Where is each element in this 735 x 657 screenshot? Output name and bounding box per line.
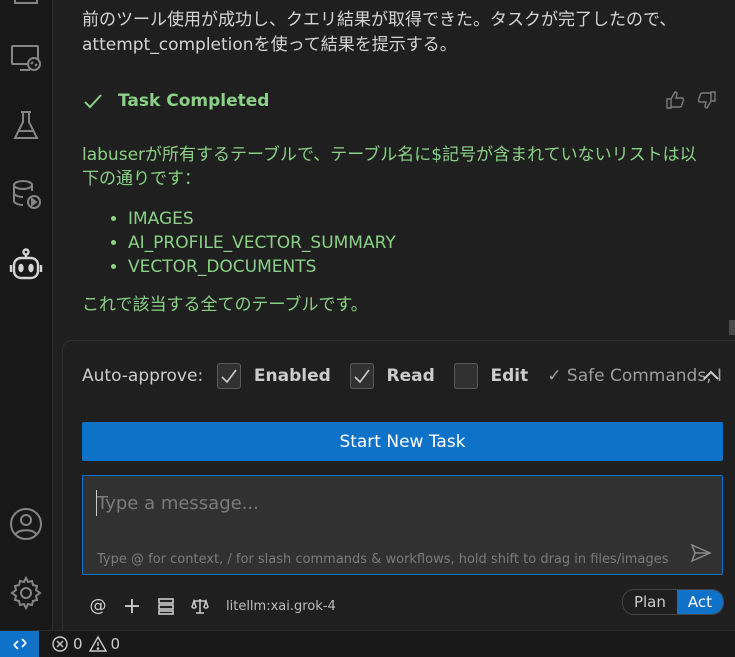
input-hint: Type @ for context, / for slash commands… (97, 552, 669, 567)
error-count: 0 (73, 635, 83, 653)
rules-scale-icon[interactable] (190, 596, 210, 616)
auto-approve-label: Auto-approve: (82, 366, 204, 386)
result-intro: labuserが所有するテーブルで、テーブル名に$記号が含まれていないリストは以… (82, 145, 697, 189)
act-mode-button[interactable]: Act (676, 590, 723, 614)
list-item: AI_PROFILE_VECTOR_SUMMARY (128, 231, 712, 255)
auto-approve-bar[interactable]: Auto-approve: Enabled Read Edit ✓ Safe C… (82, 361, 722, 391)
plan-act-toggle[interactable]: Plan Act (621, 589, 724, 615)
mcp-servers-icon[interactable] (156, 596, 176, 616)
input-panel: Auto-approve: Enabled Read Edit ✓ Safe C… (62, 340, 735, 631)
error-icon (52, 636, 68, 652)
input-toolbar: @ + litellm:xai.grok-4 (88, 594, 336, 619)
chat-history: 前のツール使用が成功し、クエリ結果が取得できた。タスクが完了したので、attem… (60, 0, 735, 335)
completion-result: labuserが所有するテーブルで、テーブル名に$記号が含まれていないリストは以… (82, 143, 712, 317)
list-item: IMAGES (128, 207, 712, 231)
message-placeholder: Type a message... (97, 493, 259, 514)
activity-bar (0, 0, 53, 630)
safe-commands-label: ✓ Safe Commands, I (547, 366, 722, 386)
checkmark-icon (221, 369, 237, 384)
edit-label: Edit (490, 366, 529, 386)
result-outro: これで該当する全てのテーブルです。 (82, 295, 368, 315)
list-item: VECTOR_DOCUMENTS (128, 255, 712, 279)
assistant-thought-text: 前のツール使用が成功し、クエリ結果が取得できた。タスクが完了したので、attem… (82, 10, 677, 55)
feedback-buttons (665, 90, 717, 110)
checkmark-icon (354, 369, 370, 384)
status-bar: 0 0 (0, 630, 735, 657)
edit-checkbox[interactable] (453, 363, 478, 389)
chevron-up-icon[interactable] (700, 365, 722, 387)
chat-scrollbar[interactable] (729, 0, 735, 335)
testing-flask-icon[interactable] (7, 107, 45, 145)
result-list: IMAGES AI_PROFILE_VECTOR_SUMMARY VECTOR_… (82, 207, 712, 279)
thumbs-up-icon[interactable] (665, 90, 685, 110)
cline-robot-icon[interactable] (7, 246, 45, 284)
message-input[interactable]: Type a message... Type @ for context, / … (82, 475, 723, 575)
task-completed-title: Task Completed (118, 91, 270, 111)
database-icon[interactable] (7, 176, 45, 214)
settings-gear-icon[interactable] (7, 574, 45, 612)
start-new-task-button[interactable]: Start New Task (82, 422, 723, 461)
task-completed-header: Task Completed (82, 88, 717, 114)
check-icon (84, 94, 102, 109)
problems-indicator[interactable]: 0 0 (51, 635, 120, 653)
warning-icon (88, 635, 107, 652)
remote-connection-icon (12, 638, 27, 650)
thumbs-down-icon[interactable] (697, 90, 717, 110)
model-selector[interactable]: litellm:xai.grok-4 (226, 599, 336, 614)
explorer-icon[interactable] (7, 0, 45, 24)
enabled-checkbox[interactable] (217, 363, 241, 389)
scrollbar-thumb[interactable] (729, 320, 735, 335)
plan-mode-button[interactable]: Plan (622, 590, 677, 614)
remote-explorer-icon[interactable] (7, 39, 45, 77)
enabled-label: Enabled (253, 366, 331, 386)
warning-count: 0 (110, 635, 121, 653)
account-icon[interactable] (7, 505, 45, 543)
read-label: Read (386, 366, 435, 386)
send-icon[interactable] (690, 542, 712, 564)
mention-button[interactable]: @ (88, 596, 108, 616)
remote-indicator[interactable] (0, 631, 39, 657)
add-context-button[interactable]: + (122, 594, 142, 619)
read-checkbox[interactable] (349, 363, 374, 389)
